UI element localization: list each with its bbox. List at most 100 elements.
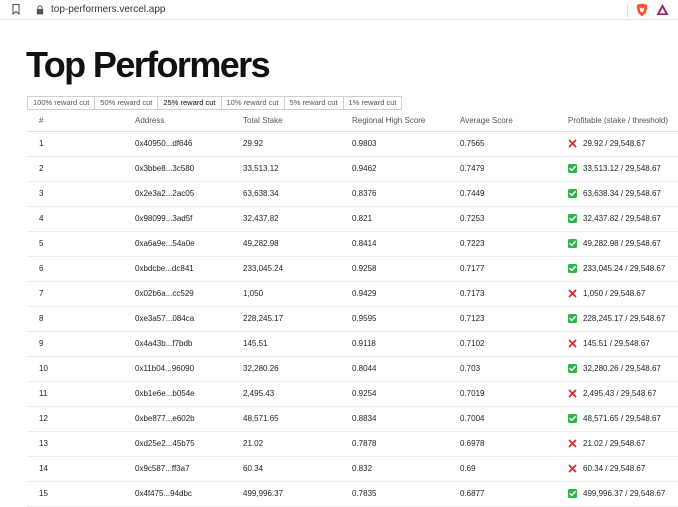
profitable-content: 29.92 / 29,548.67 [568, 139, 678, 148]
table-header-row: # Address Total Stake Regional High Scor… [27, 111, 678, 132]
address-bar-url[interactable]: top-performers.vercel.app [51, 3, 166, 17]
brave-shields-icon[interactable] [636, 3, 648, 17]
table-row: 14 0x9c587...ff3a7 60.34 0.832 0.69 60.34 / 2… [27, 456, 678, 482]
rank-cell: 9 [27, 331, 135, 357]
cross-icon [568, 439, 577, 448]
average-score-cell: 0.7253 [460, 206, 568, 232]
tab-10-reward-cut[interactable]: 10% reward cut [220, 96, 285, 110]
regional-high-score-cell: 0.9258 [352, 256, 460, 282]
tab-25-reward-cut[interactable]: 25% reward cut [157, 96, 222, 110]
profitable-cell: 33,513.12 / 29,548.67 [568, 156, 678, 182]
column-header-rank: # [27, 111, 135, 132]
brave-rewards-icon[interactable] [656, 3, 669, 16]
rank-cell: 4 [27, 206, 135, 232]
address-cell: 0x02b6a...cc529 [135, 281, 243, 307]
address-cell: 0x11b04...96090 [135, 356, 243, 382]
check-icon [568, 164, 577, 173]
address-cell: 0x40950...df646 [135, 131, 243, 157]
profitable-cell: 29.92 / 29,548.67 [568, 131, 678, 157]
total-stake-cell: 228,245.17 [243, 306, 352, 332]
table-row: 7 0x02b6a...cc529 1,050 0.9429 0.7173 1,050 /… [27, 281, 678, 307]
stake-threshold-ratio: 1,050 / 29,548.67 [583, 289, 646, 298]
bookmark-icon[interactable] [12, 4, 20, 15]
stake-threshold-ratio: 228,245.17 / 29,548.67 [583, 314, 666, 323]
stake-threshold-ratio: 29.92 / 29,548.67 [583, 139, 646, 148]
profitable-cell: 32,437.82 / 29,548.67 [568, 206, 678, 232]
table-row: 12 0xbe877...e602b 48,571.65 0.8834 0.7004 48… [27, 406, 678, 432]
profitable-content: 33,513.12 / 29,548.67 [568, 164, 678, 173]
total-stake-cell: 32,280.26 [243, 356, 352, 382]
rank-cell: 12 [27, 406, 135, 432]
rank-cell: 14 [27, 456, 135, 482]
total-stake-cell: 29.92 [243, 131, 352, 157]
cross-icon [568, 339, 577, 348]
table-row: 8 0xe3a57...084ca 228,245.17 0.9595 0.7123 22… [27, 306, 678, 332]
profitable-cell: 49,282.98 / 29,548.67 [568, 231, 678, 257]
address-cell: 0x3bbe8...3c580 [135, 156, 243, 182]
profitable-content: 32,280.26 / 29,548.67 [568, 364, 678, 373]
address-cell: 0xbdcbe...dc841 [135, 256, 243, 282]
rank-cell: 13 [27, 431, 135, 457]
average-score-cell: 0.7123 [460, 306, 568, 332]
table-row: 1 0x40950...df646 29.92 0.9803 0.7565 29.92 /… [27, 131, 678, 157]
rank-cell: 10 [27, 356, 135, 382]
stake-threshold-ratio: 145.51 / 29,548.67 [583, 339, 650, 348]
column-header-address: Address [135, 111, 243, 132]
stake-threshold-ratio: 233,045.24 / 29,548.67 [583, 264, 666, 273]
table-row: 2 0x3bbe8...3c580 33,513.12 0.9462 0.7479 33,… [27, 156, 678, 182]
address-cell: 0xa6a9e...54a0e [135, 231, 243, 257]
reward-cut-tabs: 100% reward cut 50% reward cut 25% rewar… [27, 96, 403, 110]
cross-icon [568, 139, 577, 148]
address-cell: 0xd25e2...45b75 [135, 431, 243, 457]
profitable-content: 1,050 / 29,548.67 [568, 289, 678, 298]
profitable-cell: 60.34 / 29,548.67 [568, 456, 678, 482]
check-icon [568, 214, 577, 223]
cross-icon [568, 289, 577, 298]
average-score-cell: 0.7177 [460, 256, 568, 282]
address-cell: 0xe3a57...084ca [135, 306, 243, 332]
check-icon [568, 239, 577, 248]
profitable-content: 32,437.82 / 29,548.67 [568, 214, 678, 223]
address-cell: 0x9c587...ff3a7 [135, 456, 243, 482]
total-stake-cell: 21.02 [243, 431, 352, 457]
profitable-cell: 499,996.37 / 29,548.67 [568, 481, 678, 507]
total-stake-cell: 63,638.34 [243, 181, 352, 207]
profitable-cell: 21.02 / 29,548.67 [568, 431, 678, 457]
regional-high-score-cell: 0.832 [352, 456, 460, 482]
rank-cell: 5 [27, 231, 135, 257]
table-row: 6 0xbdcbe...dc841 233,045.24 0.9258 0.7177 23… [27, 256, 678, 282]
total-stake-cell: 32,437.82 [243, 206, 352, 232]
profitable-cell: 233,045.24 / 29,548.67 [568, 256, 678, 282]
stake-threshold-ratio: 33,513.12 / 29,548.67 [583, 164, 661, 173]
address-cell: 0x2e3a2...2ac05 [135, 181, 243, 207]
total-stake-cell: 60.34 [243, 456, 352, 482]
average-score-cell: 0.7173 [460, 281, 568, 307]
table-row: 13 0xd25e2...45b75 21.02 0.7878 0.6978 21.02 … [27, 431, 678, 457]
profitable-content: 145.51 / 29,548.67 [568, 339, 678, 348]
table-body: 1 0x40950...df646 29.92 0.9803 0.7565 29.92 /… [27, 131, 678, 507]
lock-icon[interactable] [36, 5, 44, 15]
regional-high-score-cell: 0.8376 [352, 181, 460, 207]
tab-1-reward-cut[interactable]: 1% reward cut [342, 96, 403, 110]
regional-high-score-cell: 0.7835 [352, 481, 460, 507]
tab-50-reward-cut[interactable]: 50% reward cut [94, 96, 159, 110]
stake-threshold-ratio: 2,495.43 / 29,548.67 [583, 389, 657, 398]
profitable-content: 48,571.65 / 29,548.67 [568, 414, 678, 423]
check-icon [568, 264, 577, 273]
average-score-cell: 0.7102 [460, 331, 568, 357]
address-cell: 0xbe877...e602b [135, 406, 243, 432]
profitable-cell: 63,638.34 / 29,548.67 [568, 181, 678, 207]
stake-threshold-ratio: 48,571.65 / 29,548.67 [583, 414, 661, 423]
address-cell: 0x4f475...94dbc [135, 481, 243, 507]
tab-100-reward-cut[interactable]: 100% reward cut [27, 96, 96, 110]
average-score-cell: 0.7479 [460, 156, 568, 182]
total-stake-cell: 1,050 [243, 281, 352, 307]
tab-5-reward-cut[interactable]: 5% reward cut [283, 96, 344, 110]
stake-threshold-ratio: 60.34 / 29,548.67 [583, 464, 646, 473]
column-header-total-stake: Total Stake [243, 111, 352, 132]
profitable-cell: 1,050 / 29,548.67 [568, 281, 678, 307]
profitable-content: 63,638.34 / 29,548.67 [568, 189, 678, 198]
stake-threshold-ratio: 63,638.34 / 29,548.67 [583, 189, 661, 198]
regional-high-score-cell: 0.7878 [352, 431, 460, 457]
average-score-cell: 0.7223 [460, 231, 568, 257]
